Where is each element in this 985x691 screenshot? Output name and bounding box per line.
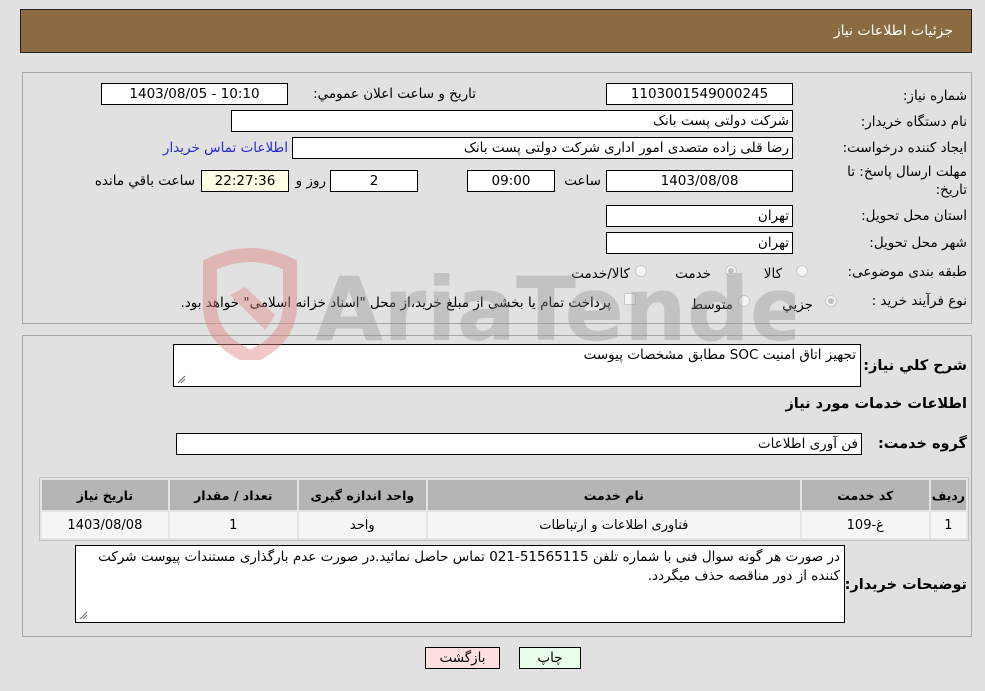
category-option-goods: کالا: [763, 266, 782, 282]
city-label: شهر محل تحويل:: [869, 235, 967, 251]
deadline-date-field: 1403/08/08: [606, 170, 793, 192]
process-option-minor: جزيي: [782, 297, 813, 313]
days-label: روز و: [295, 173, 326, 189]
buyer-contact-link[interactable]: اطلاعات تماس خريدار: [163, 140, 288, 156]
print-button[interactable]: چاپ: [519, 647, 581, 669]
deadline-label-line1: مهلت ارسال پاسخ: تا: [847, 164, 967, 180]
col-header-unit: واحد اندازه گيری: [298, 480, 426, 510]
cell-quantity: 1: [169, 512, 297, 538]
announce-datetime-label: تاريخ و ساعت اعلان عمومي:: [313, 86, 476, 102]
process-radio-minor[interactable]: [825, 295, 837, 307]
buyer-notes-label: توضيحات خريدار:: [844, 577, 967, 593]
buyer-notes-text: در صورت هر گونه سوال فنی با شماره تلفن 5…: [98, 549, 840, 584]
description-textarea[interactable]: تجهيز اتاق امنيت SOC مطابق مشخصات پيوست: [173, 344, 861, 387]
resize-grip-icon[interactable]: [78, 610, 88, 620]
deadline-time-label: ساعت: [564, 173, 601, 189]
category-label: طبقه بندی موضوعی:: [847, 264, 967, 280]
need-number-field: 1103001549000245: [606, 83, 793, 105]
city-field: تهران: [606, 232, 793, 254]
need-number-label: شماره نياز:: [902, 88, 967, 104]
category-option-goods-service: کالا/خدمت: [571, 266, 630, 282]
col-header-service-code: کد خدمت: [801, 480, 929, 510]
requester-label: ايجاد کننده درخواست:: [842, 140, 967, 156]
remaining-time-field: 22:27:36: [201, 170, 289, 192]
deadline-label-line2: تاريخ:: [935, 182, 967, 198]
resize-grip-icon[interactable]: [176, 374, 186, 384]
process-radio-medium[interactable]: [738, 295, 750, 307]
col-header-need-date: تاريخ نياز: [42, 480, 168, 510]
col-header-row-number: رديف: [930, 480, 966, 510]
page-header: جزئيات اطلاعات نياز: [20, 9, 972, 53]
purchase-process-label: نوع فرآيند خريد :: [871, 293, 967, 309]
cell-need-date: 1403/08/08: [42, 512, 168, 538]
treasury-checkbox[interactable]: [624, 293, 636, 305]
cell-service-code: غ-109: [801, 512, 929, 538]
cell-unit: واحد: [298, 512, 426, 538]
category-radio-goods-service[interactable]: [635, 265, 647, 277]
announce-datetime-field: 1403/08/05 - 10:10: [101, 83, 288, 105]
category-radio-service[interactable]: [725, 265, 737, 277]
table-header-row: رديف کد خدمت نام خدمت واحد اندازه گيری ت…: [42, 480, 966, 510]
col-header-quantity: تعداد / مقدار: [169, 480, 297, 510]
category-radio-goods[interactable]: [796, 265, 808, 277]
buyer-notes-textarea[interactable]: در صورت هر گونه سوال فنی با شماره تلفن 5…: [75, 545, 845, 623]
page-title: جزئيات اطلاعات نياز: [833, 23, 953, 39]
requester-field: رضا قلی زاده متصدی امور اداری شرکت دولتی…: [292, 137, 793, 159]
province-field: تهران: [606, 205, 793, 227]
col-header-service-name: نام خدمت: [427, 480, 800, 510]
deadline-time-field: 09:00: [467, 170, 555, 192]
days-remaining-field: 2: [330, 170, 418, 192]
province-label: استان محل تحويل:: [861, 208, 967, 224]
buyer-org-label: نام دستگاه خريدار:: [860, 114, 967, 130]
services-table: رديف کد خدمت نام خدمت واحد اندازه گيری ت…: [39, 477, 969, 541]
treasury-note: پرداخت تمام يا بخشی از مبلغ خريد،از محل …: [180, 295, 611, 311]
description-text: تجهيز اتاق امنيت SOC مطابق مشخصات پيوست: [583, 347, 856, 363]
buyer-org-field: شرکت دولتی پست بانک: [231, 110, 793, 132]
remaining-time-label: ساعت باقي مانده: [94, 173, 195, 189]
process-option-medium: متوسط: [690, 297, 733, 313]
services-heading: اطلاعات خدمات مورد نياز: [785, 396, 967, 412]
service-group-field: فن آوری اطلاعات: [176, 433, 862, 455]
description-label: شرح کلي نياز:: [863, 358, 967, 374]
table-row: 1 غ-109 فناوری اطلاعات و ارتباطات واحد 1…: [42, 512, 966, 538]
cell-service-name: فناوری اطلاعات و ارتباطات: [427, 512, 800, 538]
service-group-label: گروه خدمت:: [877, 436, 967, 452]
back-button[interactable]: بازگشت: [425, 647, 500, 669]
cell-row-number: 1: [930, 512, 966, 538]
category-option-service: خدمت: [675, 266, 711, 282]
